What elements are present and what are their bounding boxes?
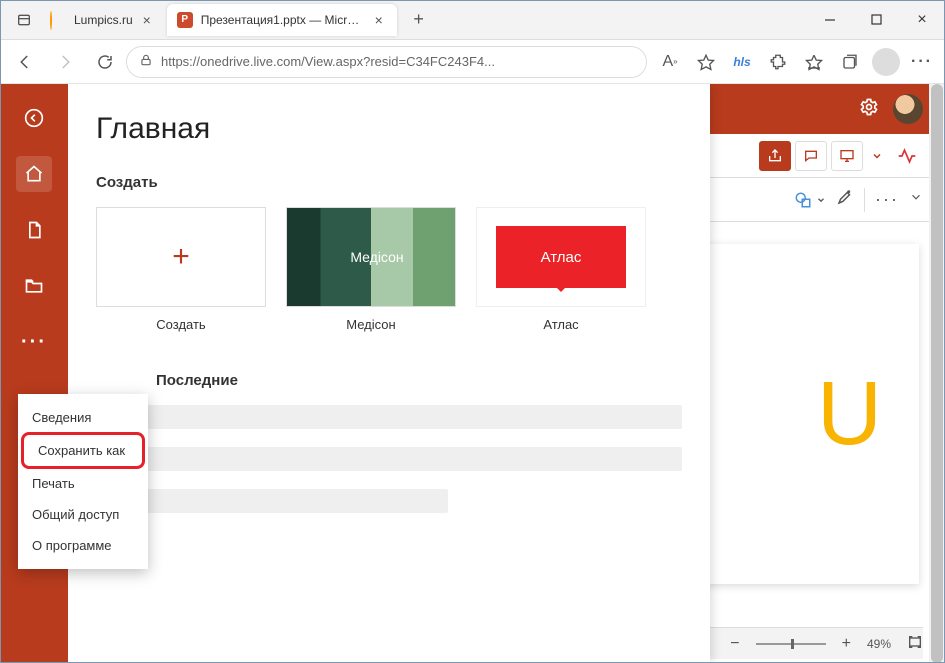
- template-caption: Атлас: [543, 317, 578, 332]
- share-button[interactable]: [759, 141, 791, 171]
- tab-title: Презентация1.pptx — Microsoft: [201, 13, 365, 27]
- zoom-in-button[interactable]: +: [842, 635, 851, 653]
- zoom-slider[interactable]: [756, 643, 826, 645]
- file-backstage-panel: ··· Сведения Сохранить как Печать Общий …: [0, 84, 710, 663]
- sidebar-overflow-menu: Сведения Сохранить как Печать Общий дост…: [18, 394, 148, 569]
- window-minimize-button[interactable]: [807, 0, 853, 39]
- profile-button[interactable]: [869, 45, 903, 79]
- sidebar-open-button[interactable]: [16, 268, 52, 304]
- address-bar[interactable]: https://onedrive.live.com/View.aspx?resi…: [126, 46, 647, 78]
- template-caption: Создать: [156, 317, 205, 332]
- browser-toolbar: https://onedrive.live.com/View.aspx?resi…: [0, 40, 945, 84]
- settings-gear-icon[interactable]: [859, 97, 879, 122]
- favorites-button[interactable]: [797, 45, 831, 79]
- plus-icon: +: [172, 240, 190, 274]
- template-thumb-text: Медісон: [350, 249, 403, 265]
- backstage-sidebar: ··· Сведения Сохранить как Печать Общий …: [0, 84, 68, 663]
- designer-button[interactable]: [836, 188, 854, 211]
- menu-item-share[interactable]: Общий доступ: [18, 499, 148, 530]
- powerpoint-favicon: P: [177, 12, 193, 28]
- url-text: https://onedrive.live.com/View.aspx?resi…: [161, 54, 634, 69]
- nav-back-button[interactable]: [6, 45, 44, 79]
- ribbon-more-button[interactable]: ···: [875, 189, 899, 210]
- menu-item-info[interactable]: Сведения: [18, 402, 148, 433]
- window-maximize-button[interactable]: [853, 0, 899, 39]
- new-tab-button[interactable]: +: [405, 6, 433, 34]
- present-button[interactable]: [831, 141, 863, 171]
- placeholder-row: [96, 447, 682, 471]
- lock-icon: [139, 53, 153, 70]
- shapes-button[interactable]: [794, 191, 826, 209]
- create-section-title: Создать: [96, 174, 682, 191]
- extensions-button[interactable]: [761, 45, 795, 79]
- ribbon-chevron[interactable]: [909, 190, 923, 209]
- browser-menu-button[interactable]: ···: [905, 45, 939, 79]
- sidebar-more-button[interactable]: ···: [16, 324, 52, 360]
- template-gallery: + Создать Медісон Медісон Атлас Атлас: [96, 207, 682, 332]
- template-atlas[interactable]: Атлас Атлас: [476, 207, 646, 332]
- tab-close-button[interactable]: ×: [139, 12, 155, 28]
- powerpoint-app-behind: ··· U − + 49%: [710, 84, 929, 663]
- sidebar-new-button[interactable]: [16, 212, 52, 248]
- nav-forward-button[interactable]: [46, 45, 84, 79]
- window-close-button[interactable]: ×: [899, 0, 945, 39]
- nav-refresh-button[interactable]: [86, 45, 124, 79]
- placeholder-row: [96, 405, 682, 429]
- recent-files-loading: [96, 405, 682, 513]
- recent-section-title: Последние: [156, 372, 682, 389]
- tab-actions-button[interactable]: [8, 4, 40, 36]
- read-aloud-button[interactable]: A»: [653, 45, 687, 79]
- template-blank[interactable]: + Создать: [96, 207, 266, 332]
- browser-titlebar: Lumpics.ru × P Презентация1.pptx — Micro…: [0, 0, 945, 40]
- menu-item-print[interactable]: Печать: [18, 468, 148, 499]
- sidebar-home-button[interactable]: [16, 156, 52, 192]
- tab-title: Lumpics.ru: [74, 13, 133, 27]
- menu-item-about[interactable]: О программе: [18, 530, 148, 561]
- fit-to-window-button[interactable]: [907, 634, 923, 653]
- favorites-star-button[interactable]: [689, 45, 723, 79]
- present-dropdown[interactable]: [867, 141, 887, 171]
- activity-button[interactable]: [891, 141, 923, 171]
- page-title: Главная: [96, 112, 682, 146]
- comments-button[interactable]: [795, 141, 827, 171]
- status-bar: − + 49%: [710, 627, 923, 659]
- page-scrollbar[interactable]: [929, 84, 945, 663]
- user-avatar[interactable]: [893, 94, 923, 124]
- menu-item-save-as[interactable]: Сохранить как: [21, 432, 145, 469]
- backstage-main: Главная Создать + Создать Медісон Медісо…: [68, 84, 710, 663]
- back-button[interactable]: [16, 100, 52, 136]
- slide-canvas[interactable]: U: [700, 244, 919, 584]
- template-thumb-text: Атлас: [541, 249, 582, 266]
- zoom-percent[interactable]: 49%: [867, 637, 891, 651]
- placeholder-row: [96, 489, 448, 513]
- hls-extension-icon[interactable]: hls: [725, 45, 759, 79]
- slide-placeholder-text: U: [817, 363, 882, 466]
- tab-close-button[interactable]: ×: [371, 12, 387, 28]
- browser-tab-lumpics[interactable]: Lumpics.ru ×: [40, 4, 165, 36]
- zoom-out-button[interactable]: −: [730, 635, 739, 653]
- collections-button[interactable]: [833, 45, 867, 79]
- lumpics-favicon: [50, 12, 66, 28]
- ribbon-separator: [864, 188, 865, 212]
- template-madison[interactable]: Медісон Медісон: [286, 207, 456, 332]
- browser-tab-powerpoint[interactable]: P Презентация1.pptx — Microsoft ×: [167, 4, 397, 36]
- template-caption: Медісон: [346, 317, 395, 332]
